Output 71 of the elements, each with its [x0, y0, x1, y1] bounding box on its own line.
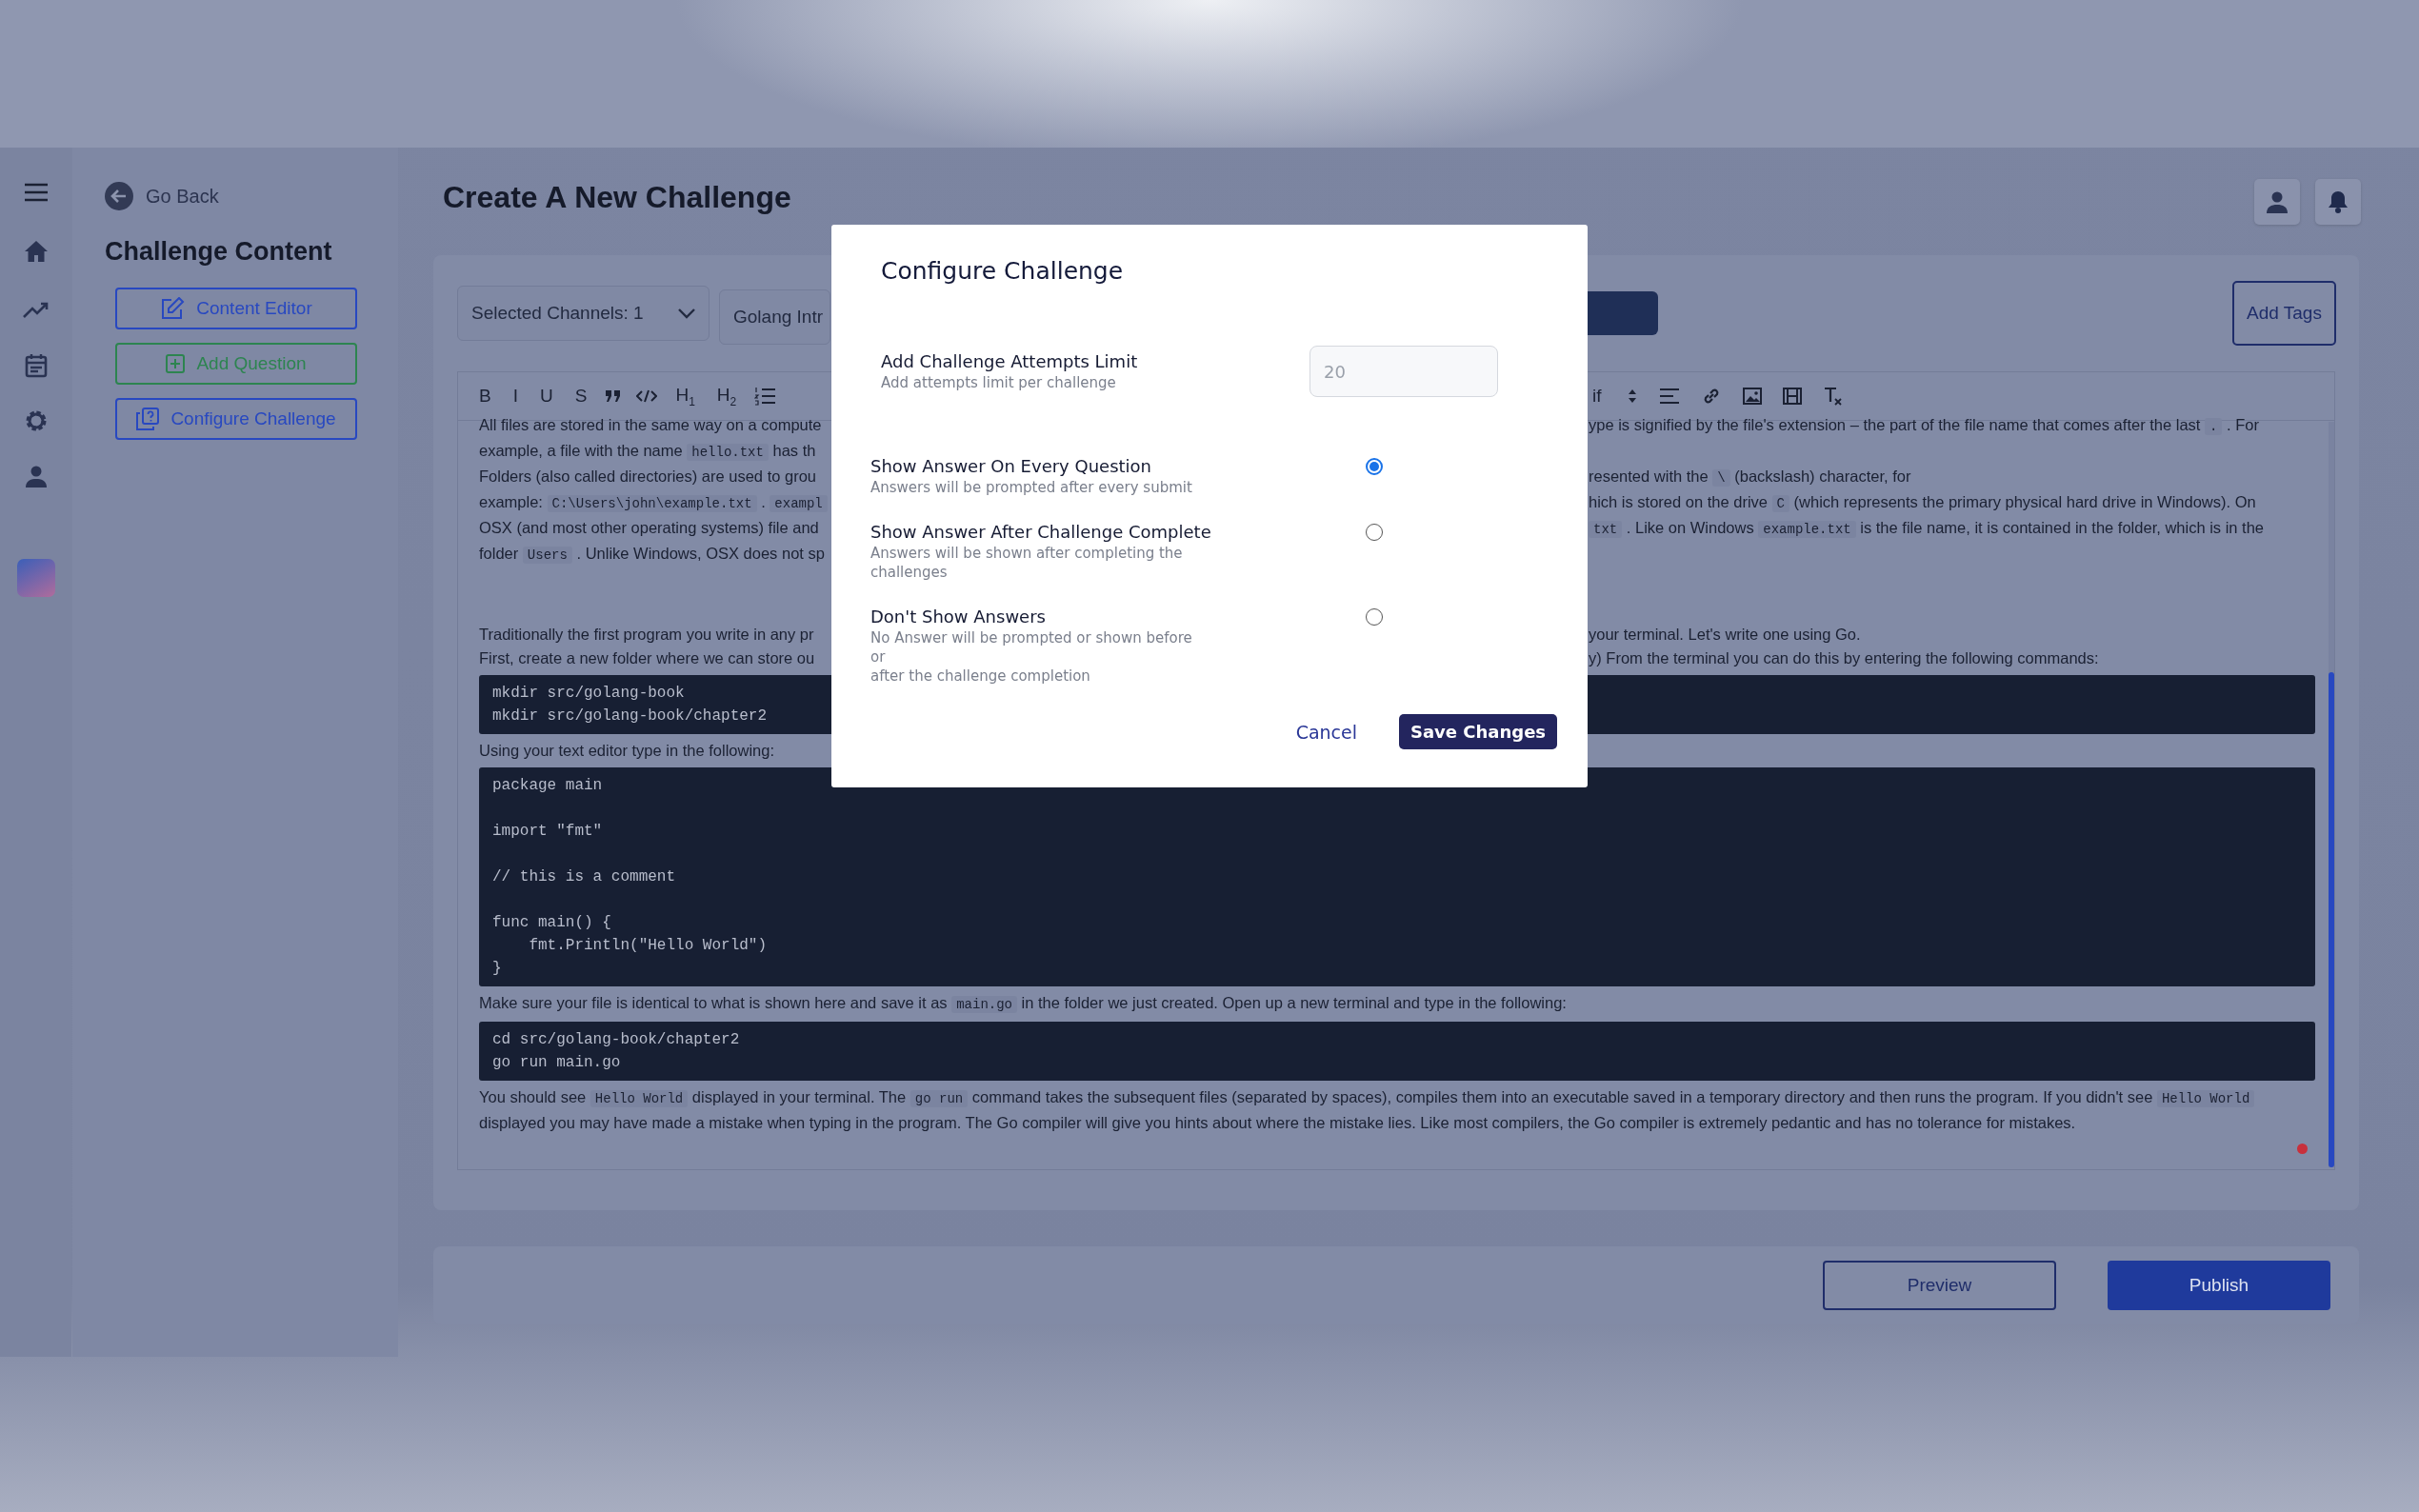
option-label: Don't Show Answers [870, 607, 1047, 627]
notification-button[interactable] [2315, 178, 2361, 225]
status-dot-icon [2297, 1144, 2308, 1154]
editor-paragraph: You should see Hello World displayed in your terminal. The go run command takes the subsequent files (separated by spaces), compiles them into an executable saved in a temporary directory and then runs the program. If you didn't see Hello World displayed you may have made a mistake when typing in the program. The Go compiler will give you hints about where the mistake lies. Like most compilers, the Go compiler is extremely pedantic and has no tolerance for mistakes. [479, 1085, 2315, 1135]
format-button[interactable]: H$_{2}$ [712, 384, 741, 408]
up-down-arrows-icon[interactable] [1626, 388, 1638, 405]
editor-text: Traditionally the first program you write in any pr [479, 625, 815, 645]
option-label: Show Answer On Every Question [870, 456, 1152, 476]
editor-text: OSX (and most other operating systems) file and [479, 518, 820, 538]
user-icon [2266, 189, 2289, 213]
profile-button[interactable] [2254, 178, 2300, 225]
editor-text: All files are stored in the same way on a compute [479, 415, 823, 435]
preview-button[interactable]: Preview [1823, 1261, 2056, 1310]
format-button[interactable]: B [475, 386, 495, 407]
editor-text: First, create a new folder where we can store ou [479, 648, 816, 668]
radio-button[interactable] [1366, 524, 1383, 541]
trend-chart-icon[interactable] [22, 302, 50, 319]
radio-button[interactable] [1366, 608, 1383, 626]
format-button[interactable]: I [509, 386, 522, 407]
channels-dropdown[interactable]: Selected Channels: 1 [457, 286, 710, 341]
bell-icon [2328, 189, 2349, 213]
home-icon[interactable] [23, 240, 49, 263]
attempts-limit-field[interactable]: 20 [1309, 346, 1498, 397]
chevron-down-icon [678, 308, 695, 319]
image-icon[interactable] [1742, 388, 1762, 405]
calendar-icon[interactable] [24, 353, 48, 378]
quote-icon[interactable] [605, 389, 623, 403]
format-button[interactable]: H$_{1}$ [671, 384, 699, 408]
clear-format-icon[interactable] [1822, 386, 1844, 407]
page-title: Create A New Challenge [443, 180, 791, 215]
editor-text: resented with the \ (backslash) character, for [1589, 467, 1912, 488]
publish-button[interactable]: Publish [2108, 1261, 2330, 1310]
setting-label: Add Challenge Attempts Limit [881, 350, 1138, 371]
user-icon[interactable] [24, 465, 48, 487]
option-label: Show Answer After Challenge Complete [870, 522, 1212, 542]
editor-text: folder Users . Unlike Windows, OSX does not sp [479, 544, 826, 566]
film-icon[interactable] [1782, 388, 1802, 405]
format-button[interactable]: if [1589, 386, 1606, 407]
edit-icon [160, 297, 186, 320]
editor-text: example, a file with the name hello.txt has th [479, 441, 817, 463]
copy-question-icon [136, 408, 160, 430]
dialog-title: Configure Challenge [881, 257, 1125, 285]
editor-text: Using your text editor type in the following: [479, 741, 775, 761]
editor-text: Folders (also called directories) are used to grou [479, 467, 817, 487]
align-left-icon[interactable] [1658, 388, 1680, 405]
option-hint: Answers will be prompted after every submit [870, 478, 1193, 497]
scrollbar-track[interactable] [2329, 422, 2334, 1167]
editor-text: hich is stored on the drive C (which represents the primary physical hard drive in Windows). On [1589, 492, 2257, 514]
add-tags-button[interactable]: Add Tags [2232, 281, 2336, 346]
setting-hint: Add attempts limit per challenge [881, 372, 1117, 392]
challenge-name-field[interactable]: Golang Intr [719, 289, 830, 345]
editor-text: example: C:\Users\john\example.txt . exampl [479, 490, 831, 516]
radio-button[interactable] [1366, 458, 1383, 475]
scrollbar-thumb[interactable] [2329, 672, 2334, 1167]
section-heading: Challenge Content [105, 237, 333, 267]
editor-text: ype is signified by the file's extension – the part of the file name that comes after the last . . For [1589, 415, 2260, 437]
numbered-list-icon[interactable] [754, 387, 776, 406]
editor-text: txt . Like on Windows example.txt is the file name, it is contained in the folder, which is in the [1589, 516, 2315, 542]
code-icon[interactable] [636, 389, 658, 403]
format-button[interactable]: S [570, 386, 591, 407]
editor-text: y) From the terminal you can do this by entering the following commands: [1589, 648, 2100, 668]
editor-text: your terminal. Let's write one using Go. [1589, 625, 1862, 645]
code-block: cd src/golang-book/chapter2 go run main.go [479, 1022, 2315, 1081]
go-back-link[interactable]: Go Back [105, 182, 398, 210]
save-changes-button[interactable]: Save Changes [1399, 714, 1557, 749]
code-block: package main import "fmt" // this is a comment func main() { fmt.Println("Hello World") } [479, 767, 2315, 986]
plus-square-icon [166, 354, 186, 373]
editor-paragraph: Make sure your file is identical to what is shown here and save it as main.go in the folder we just created. Open up a new terminal and type in the following: [479, 993, 1568, 1015]
option-hint: Answers will be shown after completing the challenges [870, 544, 1184, 582]
format-button[interactable]: U [535, 386, 557, 407]
menu-icon[interactable] [23, 183, 49, 202]
